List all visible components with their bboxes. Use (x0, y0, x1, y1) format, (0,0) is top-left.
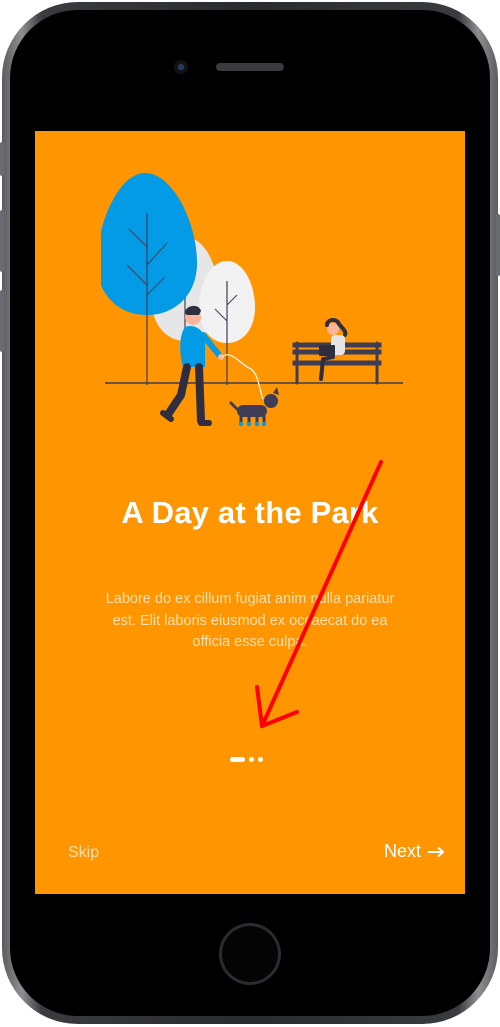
front-camera (174, 60, 188, 74)
page-dot-active[interactable] (230, 756, 245, 762)
arrow-right-icon (428, 846, 445, 857)
onboarding-title: A Day at the Park (121, 495, 379, 530)
dog-leash (221, 354, 264, 400)
page-dot[interactable] (249, 756, 254, 762)
park-illustration (101, 173, 403, 427)
onboarding-screen: A Day at the Park Labore do ex cillum fu… (35, 131, 465, 894)
volume-up-button (0, 210, 4, 272)
dog (229, 387, 279, 427)
woman-with-laptop (319, 318, 348, 381)
next-button[interactable]: Next (384, 841, 445, 862)
page-dot[interactable] (258, 756, 263, 762)
mute-switch (0, 142, 4, 176)
onboarding-description: Labore do ex cillum fugiat anim nulla pa… (105, 591, 395, 650)
page-indicator (230, 756, 263, 762)
power-button (496, 214, 500, 276)
volume-down-button (0, 290, 4, 352)
home-button[interactable] (219, 923, 281, 985)
next-label: Next (383, 841, 421, 861)
skip-button[interactable]: Skip (68, 844, 99, 862)
earpiece-speaker (216, 63, 284, 71)
